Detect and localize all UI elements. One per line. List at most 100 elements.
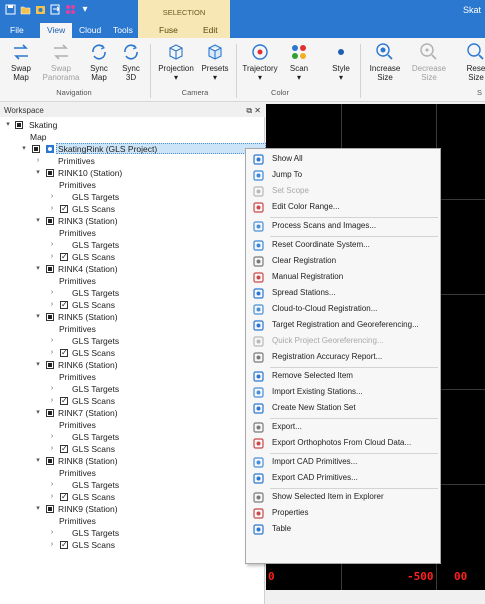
menu-item-color-range[interactable]: Edit Color Range... xyxy=(246,200,440,214)
visibility-checkbox[interactable] xyxy=(60,299,68,311)
menu-item-orthophoto[interactable]: Export Orthophotos From Cloud Data... xyxy=(246,436,440,450)
workspace-window-controls[interactable]: ⧉ ✕ xyxy=(246,104,261,117)
tree-item-label: GLS Targets xyxy=(72,384,120,394)
decrease-size-button[interactable]: Decrease Size xyxy=(410,42,448,82)
collapse-arrow-icon[interactable]: › xyxy=(48,539,56,551)
menu-item-export[interactable]: Export... xyxy=(246,420,440,434)
expand-arrow-icon[interactable]: ▾ xyxy=(4,119,12,131)
menu-separator xyxy=(270,418,438,419)
visibility-checkbox[interactable] xyxy=(46,217,54,225)
trajectory-button[interactable]: Trajectory ▾ xyxy=(240,42,280,82)
visibility-checkbox[interactable] xyxy=(60,251,68,263)
increase-size-button[interactable]: Increase Size xyxy=(366,42,404,82)
tab-fuse[interactable]: Fuse xyxy=(152,23,185,38)
collapse-arrow-icon[interactable]: › xyxy=(48,395,56,407)
expand-arrow-icon[interactable]: ▾ xyxy=(34,311,42,323)
tab-file[interactable]: File xyxy=(3,23,31,38)
menu-item-clear-registration[interactable]: Clear Registration xyxy=(246,254,440,268)
collapse-arrow-icon[interactable]: › xyxy=(48,443,56,455)
menu-item-import-cad[interactable]: Import CAD Primitives... xyxy=(246,455,440,469)
visibility-checkbox[interactable] xyxy=(46,505,54,513)
expand-arrow-icon[interactable]: ▾ xyxy=(34,359,42,371)
collapse-arrow-icon[interactable]: › xyxy=(48,383,56,395)
collapse-arrow-icon[interactable]: › xyxy=(48,527,56,539)
expand-arrow-icon[interactable]: ▾ xyxy=(34,167,42,179)
save-icon[interactable] xyxy=(4,3,16,15)
menu-item-process-scans[interactable]: Process Scans and Images... xyxy=(246,219,440,233)
expand-arrow-icon[interactable]: ▾ xyxy=(20,143,28,155)
tab-tools[interactable]: Tools xyxy=(106,23,140,38)
collapse-arrow-icon[interactable]: › xyxy=(48,335,56,347)
menu-item-show-all[interactable]: Show All xyxy=(246,152,440,166)
qat-dropdown-icon[interactable]: ▾ xyxy=(79,3,91,15)
visibility-checkbox[interactable] xyxy=(46,457,54,465)
menu-item-export-cad[interactable]: Export CAD Primitives... xyxy=(246,471,440,485)
menu-item-spread-stations[interactable]: Spread Stations... xyxy=(246,286,440,300)
cluster-icon[interactable] xyxy=(64,3,76,15)
menu-item-explorer[interactable]: Show Selected Item in Explorer xyxy=(246,490,440,504)
visibility-checkbox[interactable] xyxy=(60,203,68,215)
visibility-checkbox[interactable] xyxy=(32,145,40,153)
swap-map-button[interactable]: Swap Map xyxy=(4,42,38,82)
projection-button[interactable]: Projection ▾ xyxy=(156,42,196,82)
table-icon xyxy=(253,524,264,535)
menu-item-properties[interactable]: Properties xyxy=(246,506,440,520)
menu-item-set-scope[interactable]: Set Scope xyxy=(246,184,440,198)
visibility-checkbox[interactable] xyxy=(46,265,54,273)
collapse-arrow-icon[interactable]: › xyxy=(48,299,56,311)
tab-view[interactable]: View xyxy=(40,23,73,38)
presets-button[interactable]: Presets ▾ xyxy=(198,42,232,82)
menu-item-table[interactable]: Table xyxy=(246,522,440,536)
visibility-checkbox[interactable] xyxy=(60,347,68,359)
collapse-arrow-icon[interactable]: › xyxy=(48,203,56,215)
reset-size-button[interactable]: Rese Size xyxy=(462,42,485,82)
collapse-arrow-icon[interactable]: › xyxy=(48,251,56,263)
collapse-arrow-icon[interactable]: › xyxy=(34,155,42,167)
export-tool-icon[interactable] xyxy=(49,3,61,15)
menu-item-station-set[interactable]: Create New Station Set xyxy=(246,401,440,415)
expand-arrow-icon[interactable]: ▾ xyxy=(34,455,42,467)
menu-item-cloud-registration[interactable]: Cloud-to-Cloud Registration... xyxy=(246,302,440,316)
collapse-arrow-icon[interactable]: › xyxy=(48,347,56,359)
menu-item-manual-registration[interactable]: Manual Registration xyxy=(246,270,440,284)
scan-button[interactable]: Scan ▾ xyxy=(284,42,314,82)
menu-item-import-stations[interactable]: Import Existing Stations... xyxy=(246,385,440,399)
properties-icon xyxy=(253,508,264,519)
tab-edit[interactable]: Edit xyxy=(196,23,225,38)
menu-separator xyxy=(270,488,438,489)
expand-arrow-icon[interactable]: ▾ xyxy=(34,263,42,275)
visibility-checkbox[interactable] xyxy=(46,169,54,177)
menu-item-jump-to[interactable]: Jump To xyxy=(246,168,440,182)
visibility-checkbox[interactable] xyxy=(60,491,68,503)
folder-icon[interactable] xyxy=(19,3,31,15)
visibility-checkbox[interactable] xyxy=(46,409,54,417)
style-button[interactable]: Style ▾ xyxy=(326,42,356,82)
collapse-arrow-icon[interactable]: › xyxy=(48,287,56,299)
collapse-arrow-icon[interactable]: › xyxy=(48,431,56,443)
sync-map-button[interactable]: Sync Map xyxy=(84,42,114,82)
visibility-checkbox[interactable] xyxy=(46,313,54,321)
menu-item-target-registration[interactable]: Target Registration and Georeferencing..… xyxy=(246,318,440,332)
expand-arrow-icon[interactable]: ▾ xyxy=(34,215,42,227)
collapse-arrow-icon[interactable]: › xyxy=(48,191,56,203)
expand-arrow-icon[interactable]: ▾ xyxy=(34,503,42,515)
collapse-arrow-icon[interactable]: › xyxy=(48,479,56,491)
menu-item-reset-coordinate[interactable]: Reset Coordinate System... xyxy=(246,238,440,252)
swap-panorama-button[interactable]: Swap Panorama xyxy=(40,42,82,82)
tab-cloud[interactable]: Cloud xyxy=(72,23,108,38)
import-stations-icon xyxy=(253,387,264,398)
menu-item-remove-item[interactable]: Remove Selected Item xyxy=(246,369,440,383)
visibility-checkbox[interactable] xyxy=(15,121,23,129)
visibility-checkbox[interactable] xyxy=(46,361,54,369)
visibility-checkbox[interactable] xyxy=(60,539,68,551)
collapse-arrow-icon[interactable]: › xyxy=(48,239,56,251)
visibility-checkbox[interactable] xyxy=(60,443,68,455)
visibility-checkbox[interactable] xyxy=(60,395,68,407)
scan-tool-icon[interactable] xyxy=(34,3,46,15)
expand-arrow-icon[interactable]: ▾ xyxy=(34,407,42,419)
collapse-arrow-icon[interactable]: › xyxy=(48,491,56,503)
menu-item-accuracy-report[interactable]: Registration Accuracy Report... xyxy=(246,350,440,364)
sync-3d-button[interactable]: Sync 3D xyxy=(116,42,146,82)
menu-item-georeferencing[interactable]: Quick Project Georeferencing... xyxy=(246,334,440,348)
ribbon-separator xyxy=(150,44,151,98)
